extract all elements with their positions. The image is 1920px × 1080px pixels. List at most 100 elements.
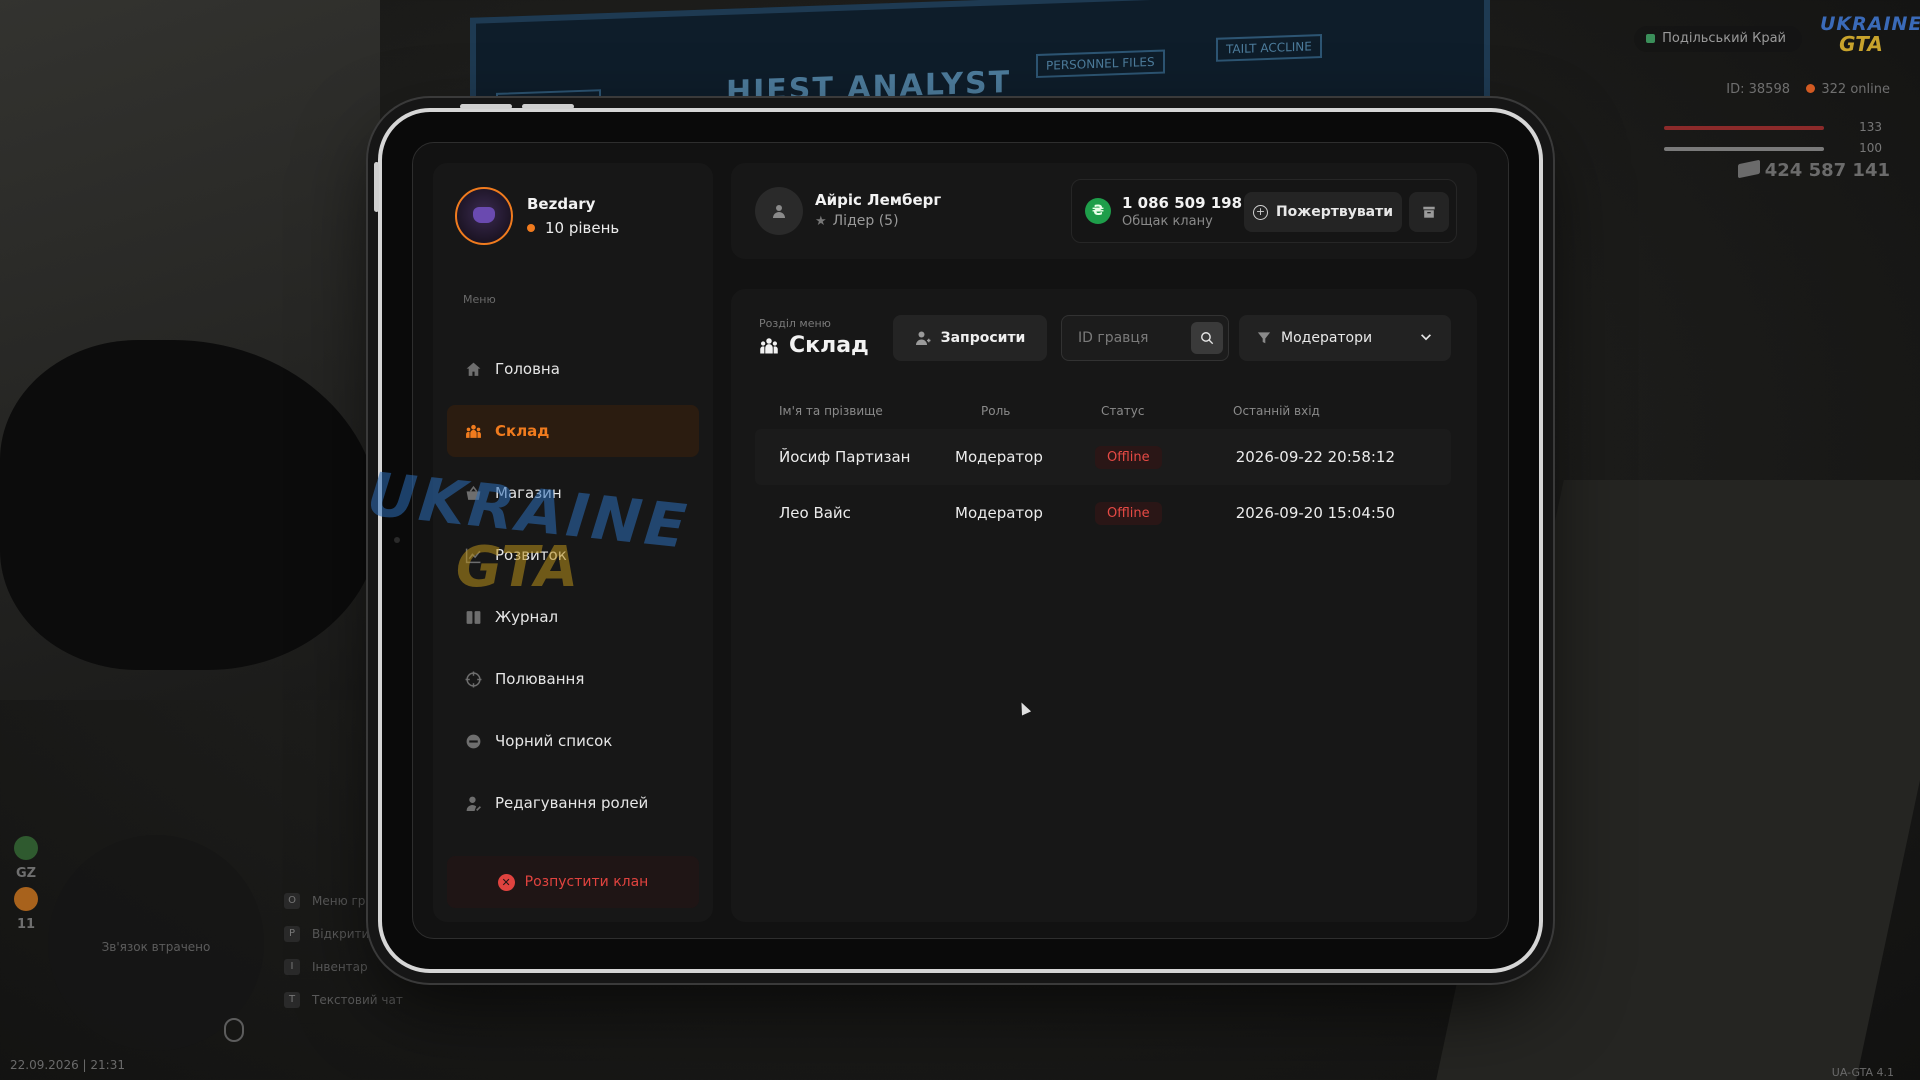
- keybind-label: Меню гра: [312, 893, 373, 908]
- region-name: Подільський Край: [1662, 31, 1786, 46]
- logo-line2: GTA: [1839, 32, 1883, 56]
- column-header-last-login: Останній вхід: [1233, 404, 1320, 418]
- board-tag: TAILT ACCLINE: [1216, 34, 1322, 62]
- search-icon: [1201, 332, 1214, 345]
- sidebar-item-warehouse[interactable]: Склад: [447, 405, 699, 457]
- key-cap: O: [284, 892, 300, 909]
- clan-level: 10 рівень: [527, 219, 619, 237]
- leader-role: ★ Лідер (5): [815, 213, 899, 229]
- clan-treasury: ₴ 1 086 509 198 Общак клану + Пожертвува…: [1071, 179, 1457, 243]
- online-dot-icon: [1806, 84, 1816, 93]
- clan-emblem-icon: [473, 207, 495, 223]
- gz-label: GZ: [15, 866, 37, 881]
- crosshair-icon: [463, 669, 483, 689]
- hunger-status-icon: [14, 887, 38, 911]
- search-button[interactable]: [1191, 322, 1223, 354]
- logo-line1: UKRAINE: [1820, 13, 1920, 35]
- table-row[interactable]: Йосиф Партизан Модератор Offline 2026-09…: [755, 429, 1451, 485]
- section-caption: Розділ меню: [759, 317, 831, 330]
- user-icon: [773, 205, 785, 218]
- section-title: Склад: [759, 333, 869, 358]
- sidebar-item-shop[interactable]: Магазин: [447, 467, 699, 519]
- armor-value: 100: [1859, 141, 1882, 155]
- key-cap: T: [284, 991, 300, 1008]
- member-role: Модератор: [955, 504, 1043, 522]
- sidebar-item-journal[interactable]: Журнал: [447, 591, 699, 643]
- plus-circle-icon: +: [1252, 204, 1268, 220]
- keybind-label: Інвентар: [312, 959, 368, 974]
- clan-avatar: [455, 187, 513, 245]
- sidebar-item-blacklist[interactable]: Чорний список: [447, 715, 699, 767]
- treasury-archive-button[interactable]: [1409, 192, 1449, 232]
- archive-icon: [1423, 206, 1435, 218]
- invite-label: Запросити: [940, 330, 1026, 346]
- warehouse-panel: Розділ меню Склад Запросити Модератори: [731, 289, 1477, 922]
- status-badge: Offline: [1095, 501, 1162, 525]
- player-id-input[interactable]: [1062, 316, 1188, 360]
- sidebar-item-label: Магазин: [495, 484, 562, 502]
- block-icon: [463, 731, 483, 751]
- keybind-label: Текстовий чат: [312, 992, 403, 1007]
- keybind-label: Відкрити: [312, 926, 370, 941]
- leader-avatar: [755, 187, 803, 235]
- region-icon: [1646, 34, 1656, 43]
- level-dot-icon: [527, 224, 535, 232]
- keybind-row: T Текстовий чат: [284, 983, 403, 1016]
- star-icon: ★: [815, 213, 827, 229]
- disband-label: Розпустити клан: [524, 874, 649, 890]
- table-row[interactable]: Лео Вайс Модератор Offline 2026-09-20 15…: [755, 485, 1451, 541]
- donate-label: Пожертвувати: [1275, 204, 1394, 220]
- sidebar-item-label: Склад: [495, 422, 550, 440]
- hud-player-id: ID: 38598: [1726, 82, 1790, 97]
- column-header-status: Статус: [1101, 404, 1145, 418]
- invite-button[interactable]: Запросити: [893, 315, 1047, 361]
- user-edit-icon: [463, 793, 483, 813]
- player-id-search: [1061, 315, 1229, 361]
- sidebar-item-home[interactable]: Головна: [447, 343, 699, 395]
- member-name: Лео Вайс: [779, 504, 851, 522]
- sidebar-item-label: Журнал: [495, 608, 559, 626]
- add-user-icon: [915, 331, 931, 345]
- member-role: Модератор: [955, 448, 1043, 466]
- donate-button[interactable]: + Пожертвувати: [1244, 192, 1402, 232]
- member-last-login: 2026-09-20 15:04:50: [1235, 504, 1395, 522]
- online-text: 322 online: [1821, 82, 1890, 97]
- section-title-text: Склад: [789, 333, 869, 358]
- menu-caption: Меню: [463, 293, 496, 306]
- tablet-camera: [394, 537, 400, 543]
- filter-icon: [1257, 332, 1271, 344]
- clan-name: Bezdary: [527, 195, 596, 213]
- tablet-frame: Bezdary 10 рівень Меню Головна Склад Маг…: [374, 104, 1543, 973]
- hud-region-label: Подільський Край: [1634, 26, 1802, 52]
- tablet-side-button: [374, 162, 379, 212]
- tablet-top-button: [522, 104, 574, 109]
- armor-bar: [1664, 147, 1824, 151]
- member-status: Offline: [1095, 501, 1225, 525]
- role-filter-select[interactable]: Модератори: [1239, 315, 1451, 361]
- clan-header-card: Айріс Лемберг ★ Лідер (5) ₴ 1 086 509 198…: [731, 163, 1477, 259]
- member-last-login: 2026-09-22 20:58:12: [1235, 448, 1395, 466]
- sidebar-item-label: Головна: [495, 360, 560, 378]
- sidebar-item-hunting[interactable]: Полювання: [447, 653, 699, 705]
- member-status: Offline: [1095, 445, 1225, 469]
- hud-online-count: 322 online: [1806, 82, 1890, 97]
- minimap-signal-lost: Зв'язок втрачено: [101, 940, 211, 954]
- clan-level-text: 10 рівень: [545, 219, 620, 237]
- shield-status-icon: [14, 836, 38, 860]
- health-bar: [1664, 126, 1824, 130]
- treasury-amount: 1 086 509 198: [1122, 194, 1243, 212]
- board-tag: PERSONNEL FILES: [1036, 49, 1165, 79]
- tablet-screen: Bezdary 10 рівень Меню Головна Склад Маг…: [412, 142, 1509, 939]
- role-filter-value: Модератори: [1281, 330, 1373, 346]
- chart-icon: [463, 545, 483, 565]
- tablet-top-button: [460, 104, 512, 109]
- sidebar-item-development[interactable]: Розвиток: [447, 529, 699, 581]
- member-name: Йосиф Партизан: [779, 448, 911, 466]
- keybind-row: I Інвентар: [284, 950, 403, 983]
- disband-clan-button[interactable]: ✕ Розпустити клан: [447, 856, 699, 908]
- status-badge: Offline: [1095, 445, 1162, 469]
- sidebar-item-label: Редагування ролей: [495, 794, 649, 812]
- sidebar-item-role-editor[interactable]: Редагування ролей: [447, 777, 699, 829]
- column-header-role: Роль: [981, 404, 1011, 418]
- key-cap: I: [284, 958, 300, 975]
